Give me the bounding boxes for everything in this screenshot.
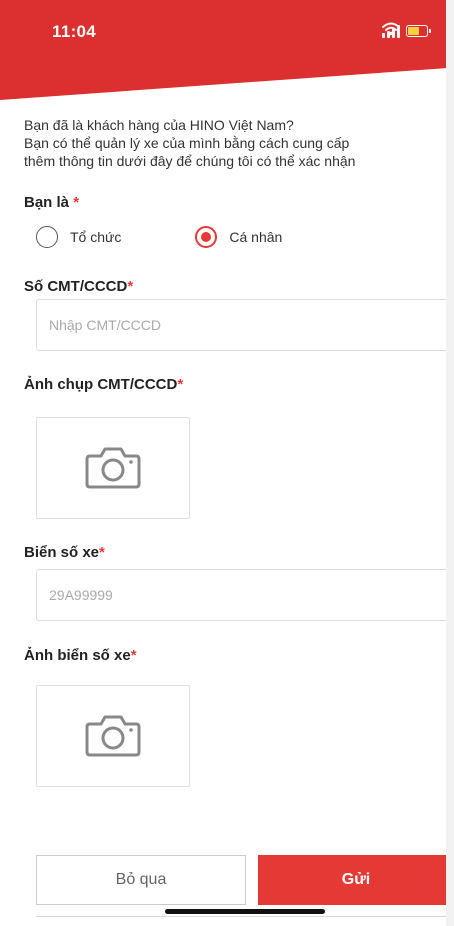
wifi-icon bbox=[382, 22, 400, 36]
id-number-label: Số CMT/CCCD* bbox=[24, 278, 133, 295]
intro-text: Bạn đã là khách hàng của HINO Việt Nam? … bbox=[24, 116, 444, 170]
skip-button[interactable]: Bỏ qua bbox=[36, 855, 246, 905]
radio-individual[interactable]: Cá nhân bbox=[195, 226, 282, 248]
bottom-divider bbox=[36, 916, 454, 917]
battery-icon bbox=[406, 25, 431, 37]
send-button[interactable]: Gửi bbox=[258, 855, 454, 905]
radio-organization[interactable]: Tổ chức bbox=[36, 226, 121, 248]
customer-type-label: Bạn là * bbox=[24, 194, 79, 211]
status-icons bbox=[382, 22, 431, 40]
required-mark: * bbox=[127, 278, 134, 295]
intro-line-1: Bạn đã là khách hàng của HINO Việt Nam? bbox=[24, 117, 294, 133]
header: 11:04 bbox=[0, 0, 448, 100]
header-background bbox=[0, 0, 448, 100]
required-mark: * bbox=[99, 544, 105, 561]
id-photo-upload[interactable] bbox=[36, 417, 190, 519]
customer-type-radio-group: Tổ chức Cá nhân bbox=[36, 226, 282, 248]
required-mark: * bbox=[130, 647, 137, 664]
id-photo-label-text: Ảnh chụp CMT/CCCD bbox=[24, 376, 178, 393]
side-gap bbox=[446, 0, 454, 926]
intro-line-2: Bạn có thể quản lý xe của mình bằng cách… bbox=[24, 135, 350, 151]
customer-type-label-text: Bạn là bbox=[24, 194, 70, 211]
plate-number-input[interactable] bbox=[36, 569, 452, 621]
id-photo-label: Ảnh chụp CMT/CCCD* bbox=[24, 376, 183, 393]
radio-individual-circle[interactable] bbox=[195, 226, 218, 248]
camera-icon bbox=[85, 715, 141, 757]
required-mark: * bbox=[177, 376, 184, 393]
radio-organization-circle[interactable] bbox=[36, 226, 58, 248]
radio-individual-label: Cá nhân bbox=[229, 229, 283, 245]
status-time: 11:04 bbox=[52, 22, 97, 41]
plate-number-label-text: Biển số xe bbox=[24, 544, 100, 561]
camera-icon bbox=[85, 447, 141, 489]
app-screen: 11:04 Bạn đã là khách hàng của HINO Việt… bbox=[0, 0, 454, 926]
plate-photo-label: Ảnh biển số xe* bbox=[24, 647, 137, 664]
radio-organization-label: Tổ chức bbox=[70, 229, 122, 245]
home-indicator[interactable] bbox=[165, 909, 325, 914]
required-mark: * bbox=[73, 194, 80, 211]
plate-photo-label-text: Ảnh biển số xe bbox=[24, 647, 131, 664]
plate-number-label: Biển số xe* bbox=[24, 544, 105, 561]
plate-photo-upload[interactable] bbox=[36, 685, 190, 787]
id-number-label-text: Số CMT/CCCD bbox=[24, 278, 128, 295]
intro-line-3: thêm thông tin dưới đây để chúng tôi có … bbox=[24, 153, 356, 169]
id-number-input[interactable] bbox=[36, 299, 452, 351]
